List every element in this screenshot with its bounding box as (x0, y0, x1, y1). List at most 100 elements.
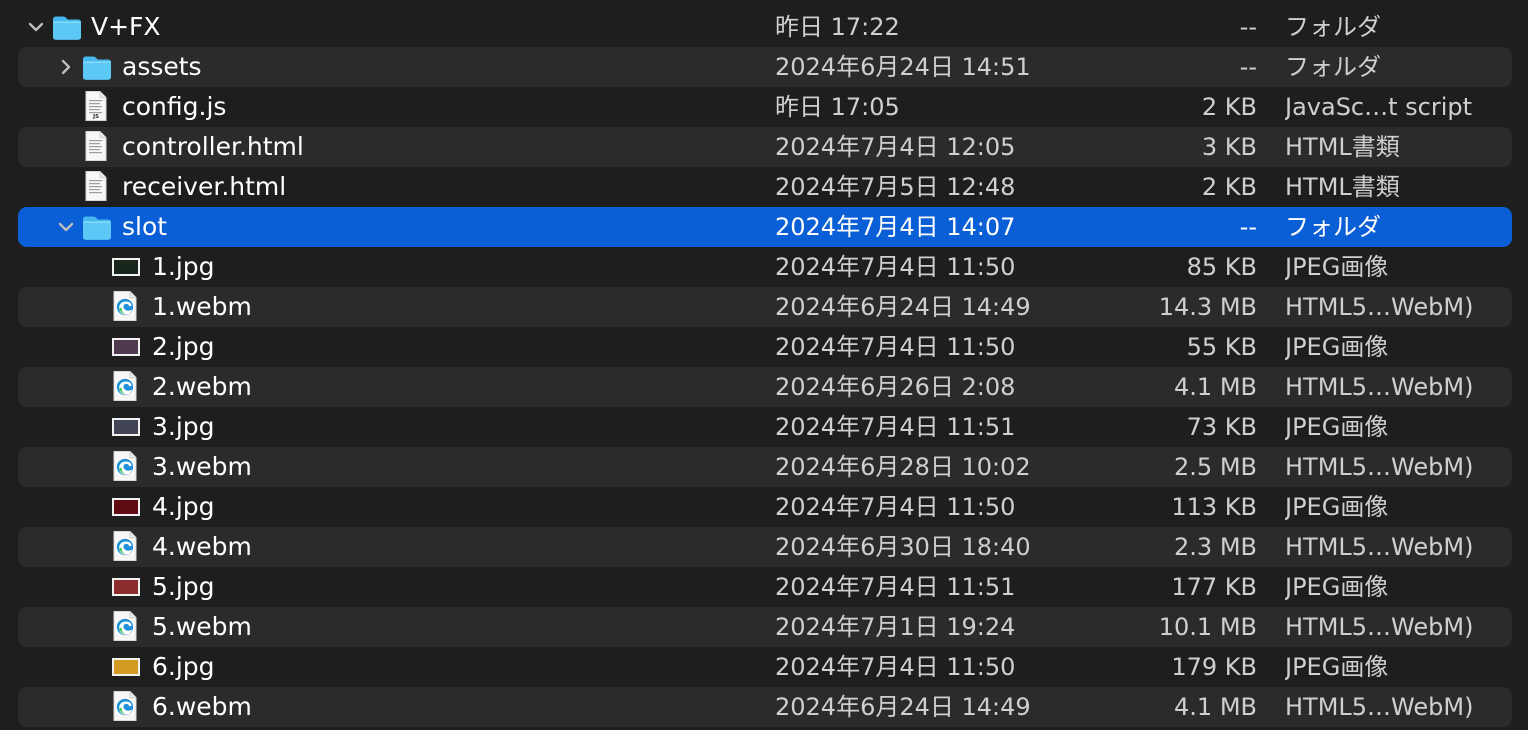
file-row[interactable]: 5.jpg 2024年7月4日 11:51 177 KB JPEG画像 (18, 567, 1512, 607)
edge-webm-file-icon (112, 450, 138, 482)
chevron-down-icon[interactable] (26, 17, 46, 37)
chevron-right-icon[interactable] (56, 57, 76, 77)
file-kind: フォルダ (1285, 213, 1381, 241)
file-kind: HTML5…WebM) (1285, 613, 1474, 641)
name-column: 2.webm (18, 367, 753, 407)
edge-webm-file-icon (112, 370, 138, 402)
file-size: 2.5 MB (1174, 453, 1257, 481)
file-size: -- (1239, 13, 1257, 41)
previous-row-edge (18, 0, 1510, 6)
file-kind: HTML5…WebM) (1285, 533, 1474, 561)
file-row[interactable]: 4.webm 2024年6月30日 18:40 2.3 MB HTML5…WebM) (18, 527, 1512, 567)
name-column: slot (18, 207, 753, 247)
file-row[interactable]: 6.jpg 2024年7月4日 11:50 179 KB JPEG画像 (18, 647, 1512, 687)
date-modified: 2024年7月4日 11:50 (775, 653, 1016, 681)
file-row[interactable]: controller.html 2024年7月4日 12:05 3 KB HTML書類 (18, 127, 1512, 167)
file-kind: JPEG画像 (1285, 253, 1389, 281)
file-row[interactable]: receiver.html 2024年7月5日 12:48 2 KB HTML書類 (18, 167, 1512, 207)
file-kind: JPEG画像 (1285, 573, 1389, 601)
date-modified: 2024年6月24日 14:51 (775, 53, 1031, 81)
file-name: receiver.html (122, 172, 287, 201)
file-name: 6.webm (152, 692, 252, 721)
edge-webm-file-icon (112, 610, 138, 642)
date-modified: 昨日 17:05 (775, 93, 900, 121)
edge-webm-file-icon (112, 290, 138, 322)
folder-icon (81, 53, 113, 81)
date-modified: 2024年6月26日 2:08 (775, 373, 1016, 401)
file-kind: HTML5…WebM) (1285, 453, 1474, 481)
file-row[interactable]: 1.jpg 2024年7月4日 11:50 85 KB JPEG画像 (18, 247, 1512, 287)
file-name: slot (122, 212, 168, 241)
name-column: receiver.html (18, 167, 753, 207)
date-modified: 2024年7月4日 12:05 (775, 133, 1016, 161)
edge-webm-file-icon (112, 690, 138, 722)
jpeg-thumbnail-icon (112, 498, 140, 516)
date-modified: 2024年7月4日 11:51 (775, 413, 1016, 441)
date-modified: 2024年6月30日 18:40 (775, 533, 1031, 561)
file-name: 3.jpg (152, 412, 215, 441)
file-size: 2.3 MB (1174, 533, 1257, 561)
date-modified: 2024年7月4日 14:07 (775, 213, 1016, 241)
jpeg-thumbnail-icon (112, 658, 140, 676)
date-modified: 2024年6月24日 14:49 (775, 693, 1031, 721)
date-modified: 2024年7月1日 19:24 (775, 613, 1016, 641)
folder-row[interactable]: assets 2024年6月24日 14:51 -- フォルダ (18, 47, 1512, 87)
name-column: 1.jpg (18, 247, 753, 287)
date-modified: 2024年7月4日 11:50 (775, 493, 1016, 521)
date-modified: 2024年7月4日 11:50 (775, 253, 1016, 281)
file-name: 4.jpg (152, 492, 215, 521)
javascript-file-icon: JS (84, 90, 108, 122)
file-row[interactable]: 5.webm 2024年7月1日 19:24 10.1 MB HTML5…WebM) (18, 607, 1512, 647)
file-kind: HTML書類 (1285, 133, 1400, 161)
file-size: 73 KB (1186, 413, 1257, 441)
file-size: 177 KB (1171, 573, 1257, 601)
date-modified: 2024年7月4日 11:51 (775, 573, 1016, 601)
file-size: -- (1239, 213, 1257, 241)
file-row[interactable]: 6.webm 2024年6月24日 14:49 4.1 MB HTML5…WebM) (18, 687, 1512, 727)
file-size: 3 KB (1201, 133, 1257, 161)
folder-row[interactable]: V+FX 昨日 17:22 -- フォルダ (18, 7, 1512, 47)
finder-list-view: V+FX 昨日 17:22 -- フォルダ assets 2024年6月24日 14:51… (0, 0, 1528, 730)
file-name: 1.jpg (152, 252, 215, 281)
name-column: assets (18, 47, 753, 87)
file-size: 2 KB (1201, 173, 1257, 201)
name-column: 4.webm (18, 527, 753, 567)
folder-icon (81, 213, 113, 241)
name-column: 5.webm (18, 607, 753, 647)
file-row[interactable]: 3.webm 2024年6月28日 10:02 2.5 MB HTML5…WebM) (18, 447, 1512, 487)
file-row[interactable]: 4.jpg 2024年7月4日 11:50 113 KB JPEG画像 (18, 487, 1512, 527)
file-kind: フォルダ (1285, 53, 1381, 81)
file-size: 4.1 MB (1174, 373, 1257, 401)
date-modified: 2024年7月5日 12:48 (775, 173, 1016, 201)
file-size: 2 KB (1201, 93, 1257, 121)
file-kind: HTML5…WebM) (1285, 373, 1474, 401)
svg-text:JS: JS (92, 114, 99, 120)
file-name: 4.webm (152, 532, 252, 561)
file-row[interactable]: JS config.js 昨日 17:05 2 KB JavaSc…t script (18, 87, 1512, 127)
chevron-down-icon[interactable] (56, 217, 76, 237)
name-column: 6.webm (18, 687, 753, 727)
name-column: JS config.js (18, 87, 753, 127)
file-size: 10.1 MB (1158, 613, 1257, 641)
file-row[interactable]: 2.webm 2024年6月26日 2:08 4.1 MB HTML5…WebM) (18, 367, 1512, 407)
file-kind: JPEG画像 (1285, 333, 1389, 361)
file-size: 14.3 MB (1158, 293, 1257, 321)
file-row[interactable]: 2.jpg 2024年7月4日 11:50 55 KB JPEG画像 (18, 327, 1512, 367)
file-row[interactable]: 3.jpg 2024年7月4日 11:51 73 KB JPEG画像 (18, 407, 1512, 447)
file-name: controller.html (122, 132, 304, 161)
file-name: V+FX (91, 12, 161, 41)
file-size: 113 KB (1171, 493, 1257, 521)
name-column: controller.html (18, 127, 753, 167)
folder-row[interactable]: slot 2024年7月4日 14:07 -- フォルダ (18, 207, 1512, 247)
date-modified: 2024年7月4日 11:50 (775, 333, 1016, 361)
file-size: -- (1239, 53, 1257, 81)
file-row[interactable]: 1.webm 2024年6月24日 14:49 14.3 MB HTML5…WebM) (18, 287, 1512, 327)
file-name: 5.jpg (152, 572, 215, 601)
name-column: 4.jpg (18, 487, 753, 527)
html-file-icon (84, 130, 108, 162)
file-kind: JPEG画像 (1285, 493, 1389, 521)
file-size: 179 KB (1171, 653, 1257, 681)
jpeg-thumbnail-icon (112, 258, 140, 276)
file-name: config.js (122, 92, 227, 121)
jpeg-thumbnail-icon (112, 418, 140, 436)
